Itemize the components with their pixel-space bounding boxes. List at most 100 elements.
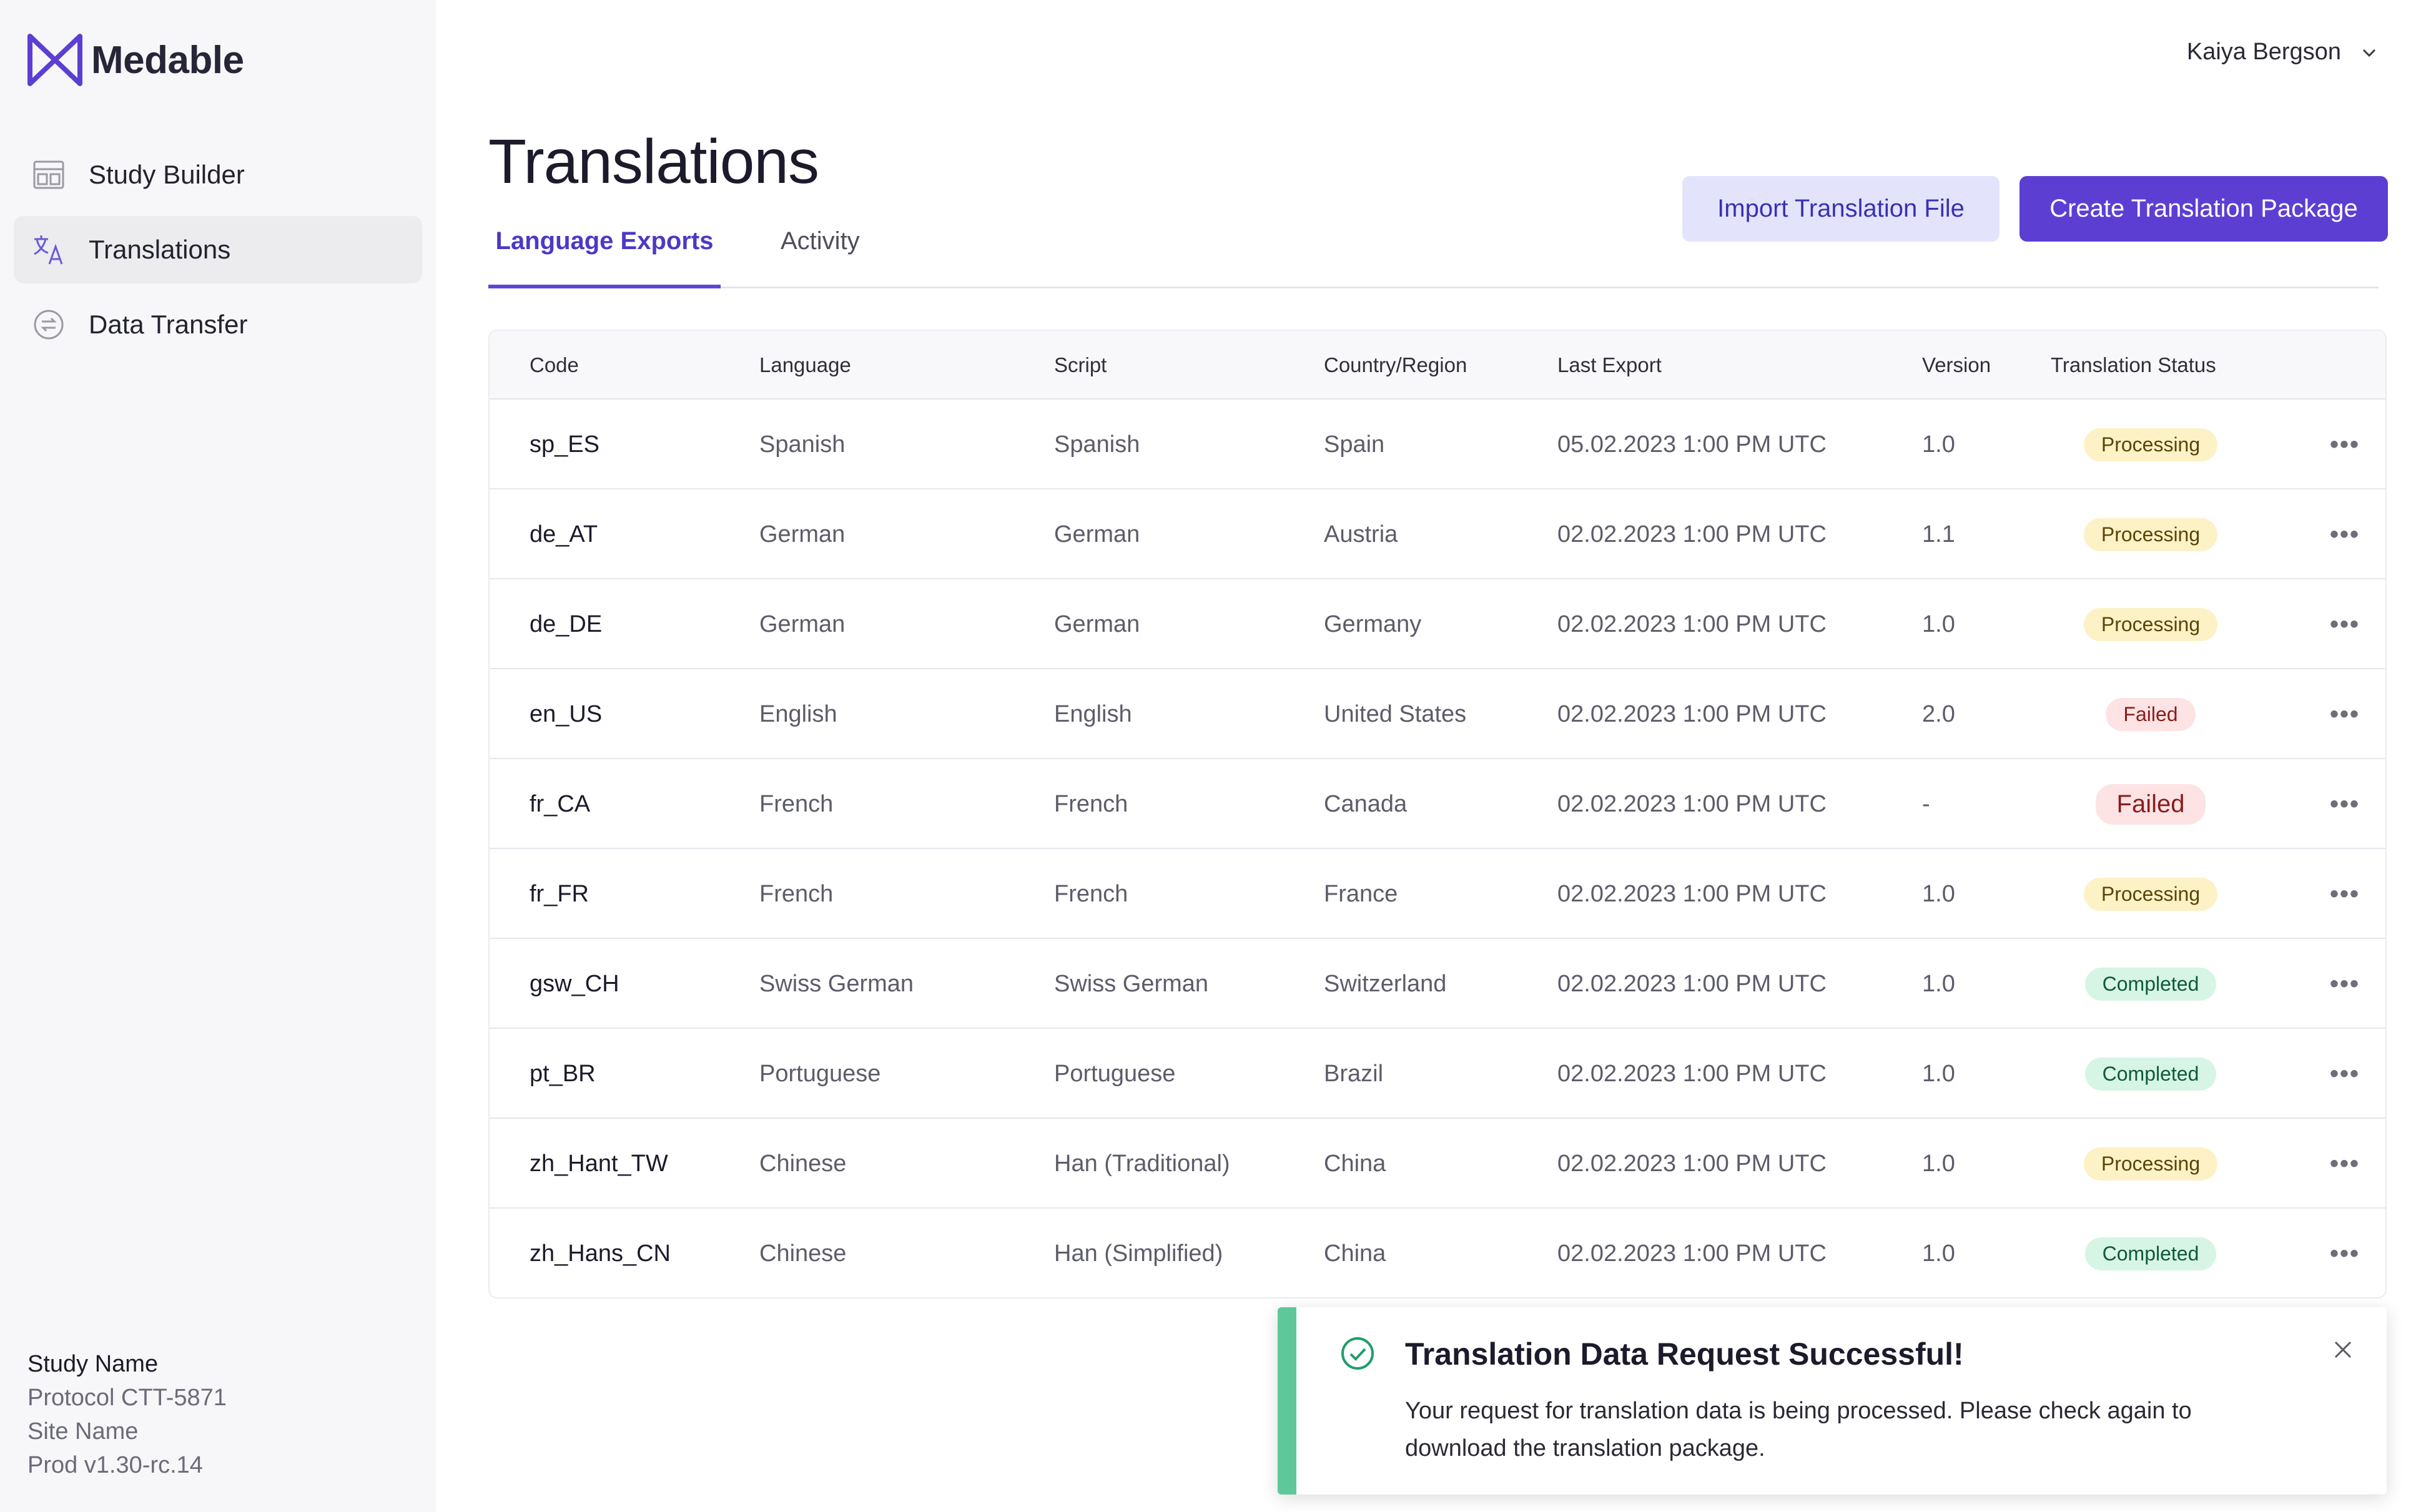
table-row[interactable]: en_US English English United States 02.0… <box>490 669 2385 759</box>
status-badge: Completed <box>2084 1237 2217 1270</box>
sidebar-item-translations[interactable]: Translations <box>14 216 422 283</box>
status-badge: Processing <box>2083 877 2218 911</box>
cell-language: French <box>759 880 834 907</box>
sidebar: Medable Study Builder Translations Data … <box>0 0 436 1512</box>
table-row[interactable]: fr_FR French French France 02.02.2023 1:… <box>490 849 2385 939</box>
sidebar-nav: Study Builder Translations Data Transfer <box>14 141 422 366</box>
cell-script: Portuguese <box>1054 1060 1176 1087</box>
cell-code: gsw_CH <box>530 970 619 997</box>
more-actions-icon[interactable]: ••• <box>2330 1240 2360 1268</box>
cell-last-export: 02.02.2023 1:00 PM UTC <box>1557 611 1827 637</box>
cell-country: United States <box>1324 700 1467 727</box>
column-header-status[interactable]: Translation Status <box>2051 331 2276 400</box>
study-name: Study Name <box>27 1351 159 1377</box>
cell-language: Spanish <box>759 431 846 458</box>
cell-script: French <box>1054 880 1128 907</box>
more-actions-icon[interactable]: ••• <box>2330 790 2360 818</box>
cell-script: Han (Simplified) <box>1054 1240 1223 1267</box>
more-actions-icon[interactable]: ••• <box>2330 431 2360 459</box>
medable-logo-icon <box>27 34 82 86</box>
column-header-version[interactable]: Version <box>1922 331 1991 400</box>
cell-version: 1.0 <box>1922 1240 1955 1267</box>
more-actions-icon[interactable]: ••• <box>2330 1060 2360 1088</box>
cell-country: Germany <box>1324 611 1422 637</box>
cell-last-export: 02.02.2023 1:00 PM UTC <box>1557 1150 1827 1177</box>
cell-code: en_US <box>530 700 603 727</box>
cell-language: French <box>759 790 834 817</box>
cell-country: Austria <box>1324 521 1398 547</box>
cell-language: Portuguese <box>759 1060 881 1087</box>
column-header-country[interactable]: Country/Region <box>1324 331 1467 400</box>
more-actions-icon[interactable]: ••• <box>2330 700 2360 729</box>
cell-code: pt_BR <box>530 1060 596 1087</box>
close-icon[interactable] <box>2330 1337 2355 1362</box>
sidebar-item-study-builder[interactable]: Study Builder <box>14 141 422 209</box>
success-toast: Translation Data Request Successful! You… <box>1278 1307 2387 1495</box>
cell-last-export: 02.02.2023 1:00 PM UTC <box>1557 700 1827 727</box>
cell-last-export: 02.02.2023 1:00 PM UTC <box>1557 970 1827 997</box>
cell-country: Spain <box>1324 431 1385 458</box>
cell-last-export: 02.02.2023 1:00 PM UTC <box>1557 521 1827 547</box>
sidebar-item-label: Study Builder <box>89 160 245 189</box>
sidebar-item-data-transfer[interactable]: Data Transfer <box>14 291 422 358</box>
column-header-code[interactable]: Code <box>530 331 579 400</box>
more-actions-icon[interactable]: ••• <box>2330 970 2360 998</box>
toast-message: Your request for translation data is bei… <box>1405 1398 2192 1461</box>
cell-language: Swiss German <box>759 970 914 997</box>
sidebar-item-label: Translations <box>89 235 231 264</box>
cell-version: 1.0 <box>1922 1060 1955 1087</box>
user-menu[interactable]: Kaiya Bergson <box>2187 39 2379 66</box>
tab-language-exports[interactable]: Language Exports <box>488 212 721 288</box>
chevron-down-icon <box>2362 49 2376 57</box>
table-row[interactable]: zh_Hant_TW Chinese Han (Traditional) Chi… <box>490 1119 2385 1209</box>
cell-country: Brazil <box>1324 1060 1384 1087</box>
cell-language: German <box>759 611 846 637</box>
status-badge: Processing <box>2083 1147 2218 1181</box>
cell-country: Canada <box>1324 790 1408 817</box>
status-badge: Completed <box>2084 1057 2217 1091</box>
table-row[interactable]: gsw_CH Swiss German Swiss German Switzer… <box>490 939 2385 1029</box>
table-row[interactable]: de_DE German German Germany 02.02.2023 1… <box>490 579 2385 669</box>
more-actions-icon[interactable]: ••• <box>2330 880 2360 908</box>
layout-icon <box>31 157 66 192</box>
table-row[interactable]: de_AT German German Austria 02.02.2023 1… <box>490 489 2385 579</box>
cell-language: Chinese <box>759 1150 847 1177</box>
column-header-last-export[interactable]: Last Export <box>1557 331 1662 400</box>
toast-title: Translation Data Request Successful! <box>1405 1337 1964 1372</box>
tab-activity[interactable]: Activity <box>781 212 860 288</box>
cell-last-export: 02.02.2023 1:00 PM UTC <box>1557 880 1827 907</box>
brand-logo[interactable]: Medable <box>26 32 244 87</box>
cell-script: Swiss German <box>1054 970 1209 997</box>
cell-version: 1.0 <box>1922 431 1955 458</box>
cell-code: fr_FR <box>530 880 589 907</box>
cell-country: Switzerland <box>1324 970 1447 997</box>
status-badge: Failed <box>2106 697 2196 731</box>
status-badge: Processing <box>2083 607 2218 641</box>
column-header-language[interactable]: Language <box>759 331 851 400</box>
cell-last-export: 02.02.2023 1:00 PM UTC <box>1557 1060 1827 1087</box>
cell-script: Spanish <box>1054 431 1140 458</box>
more-actions-icon[interactable]: ••• <box>2330 521 2360 549</box>
study-info: Study Name Protocol CTT-5871 Site Name P… <box>27 1347 227 1482</box>
table-row[interactable]: fr_CA French French Canada 02.02.2023 1:… <box>490 759 2385 849</box>
status-badge: Failed <box>2095 783 2206 825</box>
table-row[interactable]: sp_ES Spanish Spanish Spain 05.02.2023 1… <box>490 400 2385 489</box>
cell-code: de_DE <box>530 611 603 637</box>
page-title: Translations <box>488 127 819 197</box>
more-actions-icon[interactable]: ••• <box>2330 1150 2360 1178</box>
status-badge: Processing <box>2083 428 2218 461</box>
cell-country: China <box>1324 1150 1386 1177</box>
user-name: Kaiya Bergson <box>2186 39 2341 65</box>
cell-language: German <box>759 521 846 547</box>
cell-language: English <box>759 700 837 727</box>
language-exports-table: Code Language Script Country/Region Last… <box>488 330 2387 1298</box>
table-header: Code Language Script Country/Region Last… <box>490 331 2385 400</box>
table-row[interactable]: zh_Hans_CN Chinese Han (Simplified) Chin… <box>490 1209 2385 1297</box>
translate-icon <box>31 232 66 267</box>
cell-version: 1.0 <box>1922 1150 1955 1177</box>
column-header-script[interactable]: Script <box>1054 331 1107 400</box>
cell-version: 1.0 <box>1922 611 1955 637</box>
more-actions-icon[interactable]: ••• <box>2330 611 2360 639</box>
table-row[interactable]: pt_BR Portuguese Portuguese Brazil 02.02… <box>490 1029 2385 1119</box>
cell-code: zh_Hans_CN <box>530 1240 671 1267</box>
